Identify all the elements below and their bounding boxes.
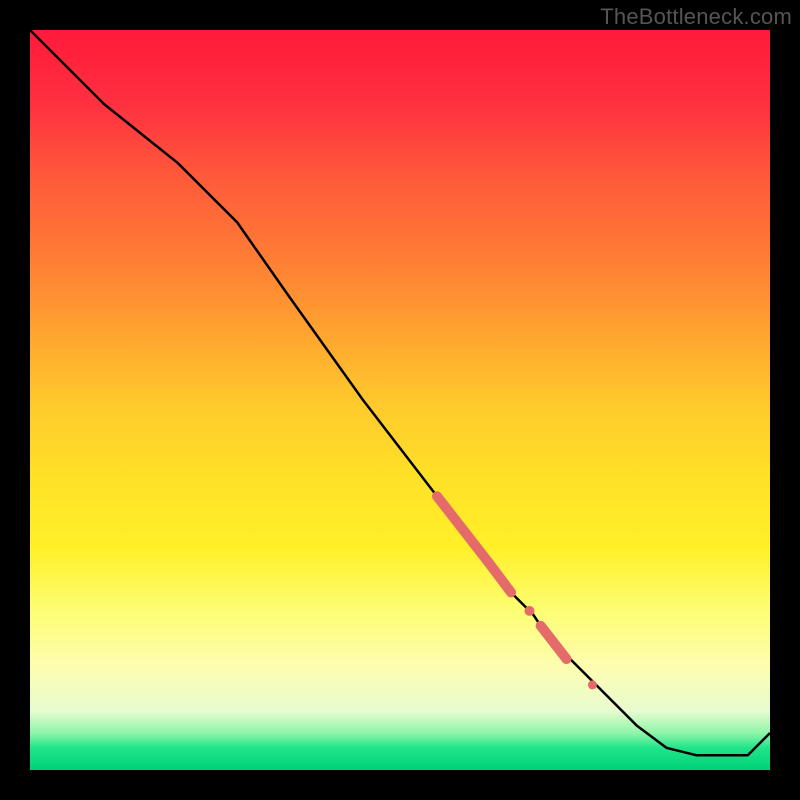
chart-marker-dot [588,680,597,689]
watermark-text: TheBottleneck.com [600,4,792,30]
chart-marker-segment [541,626,567,659]
chart-marker-dot [525,606,535,616]
chart-svg [30,30,770,770]
chart-marker-segment [489,563,511,593]
chart-marker-segment [437,496,489,563]
chart-line [30,30,770,755]
